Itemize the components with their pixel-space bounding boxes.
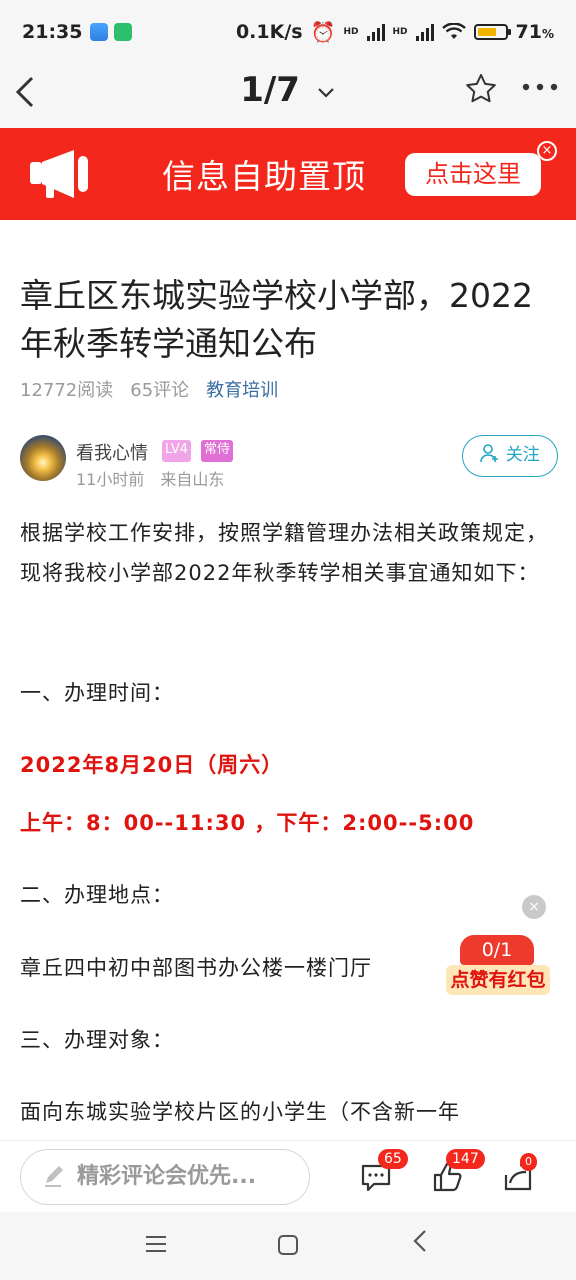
promo-banner[interactable]: 信息自助置顶 点击这里 — [0, 128, 576, 220]
battery-icon — [473, 24, 511, 40]
signal-icon-1 — [366, 23, 385, 41]
article-title: 章丘区东城实验学校小学部，2022年秋季转学通知公布 — [20, 276, 533, 363]
post-time: 11小时前 来自山东 — [76, 470, 225, 489]
network-speed: 0.1K/s — [235, 21, 303, 43]
follow-button[interactable]: 关注 — [462, 435, 558, 477]
hours-text: 上午：8：00--11:30 ，下午：2:00--5:00 — [20, 811, 475, 835]
status-bar: 21:35 0.1K/s ⏰ HD HD 71% — [0, 0, 576, 64]
section-heading-place: 二、办理地点： — [20, 883, 174, 907]
status-right: 0.1K/s ⏰ HD HD 71% — [236, 20, 554, 44]
hd-label-1: HD — [343, 27, 359, 37]
comment-count: 65评论 — [130, 380, 190, 401]
top-nav: 1/7 — [0, 64, 576, 128]
follow-label: 关注 — [505, 445, 540, 465]
signal-icon-2 — [415, 23, 434, 41]
page-number: 1/7 — [240, 70, 300, 110]
alarm-icon: ⏰ — [310, 20, 336, 44]
comment-badge: 65 — [378, 1149, 408, 1169]
red-packet-widget[interactable]: 0/1 点赞有红包 — [446, 935, 550, 997]
target-text: 面向东城实验学校片区的小学生（不含新一年 — [20, 1100, 460, 1124]
title-badge: 常侍 — [201, 440, 234, 462]
menu-icon[interactable] — [146, 1236, 166, 1252]
add-user-icon — [480, 444, 499, 463]
star-icon[interactable] — [464, 72, 498, 115]
article-meta: 12772阅读 65评论 教育培训 — [20, 376, 278, 402]
megaphone-icon — [30, 150, 88, 198]
paragraph-intro: 根据学校工作安排，按照学籍管理办法相关政策规定，现将我校小学部2022年秋季转学… — [20, 521, 548, 585]
author-row: 看我心情 LV4 常侍 11小时前 来自山东 关注 — [20, 435, 560, 489]
author-name[interactable]: 看我心情 — [76, 439, 148, 465]
chevron-down-icon — [318, 87, 334, 98]
packet-close-icon[interactable]: × — [522, 895, 546, 919]
banner-cta-button[interactable]: 点击这里 — [405, 153, 541, 196]
hd-label-2: HD — [392, 27, 408, 37]
share-badge: 0 — [520, 1153, 537, 1171]
more-icon[interactable] — [520, 70, 560, 112]
category-link[interactable]: 教育培训 — [206, 376, 278, 402]
packet-label: 点赞有红包 — [446, 965, 550, 995]
phone-app-icon — [114, 23, 133, 41]
comment-bar: 精彩评论会优先... 65 147 0 — [0, 1140, 576, 1212]
read-count: 12772阅读 — [20, 380, 114, 401]
system-nav-bar — [0, 1212, 576, 1280]
weather-app-icon — [90, 23, 109, 41]
system-back-icon[interactable] — [412, 1226, 428, 1264]
comment-placeholder: 精彩评论会优先... — [77, 1164, 257, 1189]
comment-input[interactable]: 精彩评论会优先... — [20, 1149, 310, 1205]
packet-count: 0/1 — [460, 935, 534, 965]
banner-text: 信息自助置顶 — [162, 157, 366, 196]
wifi-icon — [441, 23, 466, 39]
home-icon[interactable] — [278, 1235, 298, 1255]
section-heading-target: 三、办理对象： — [20, 1028, 174, 1052]
date-text: 2022年8月20日（周六） — [20, 753, 284, 777]
battery-percent: 71% — [515, 21, 554, 43]
section-heading-time: 一、办理时间： — [20, 681, 174, 705]
status-time: 21:35 — [22, 21, 83, 43]
banner-close-icon[interactable]: × — [537, 141, 557, 161]
like-badge: 147 — [446, 1149, 485, 1169]
level-badge: LV4 — [162, 440, 191, 462]
avatar[interactable] — [20, 435, 66, 481]
